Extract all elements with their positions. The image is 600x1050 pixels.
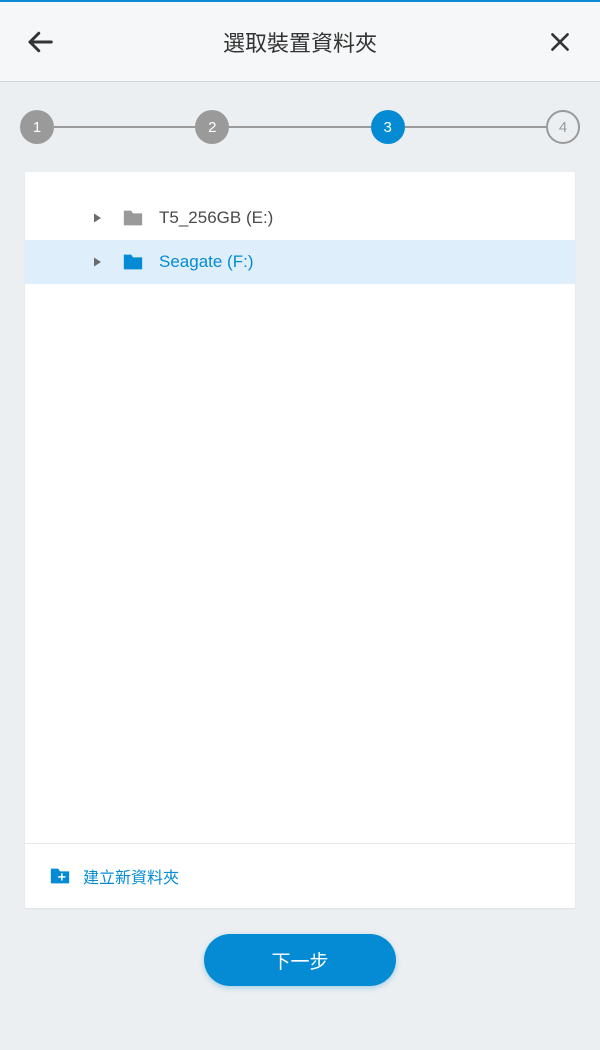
arrow-left-icon bbox=[25, 27, 55, 57]
tree-item-label: Seagate (F:) bbox=[159, 252, 254, 272]
step-line bbox=[229, 126, 370, 128]
header-bar: 選取裝置資料夾 bbox=[0, 2, 600, 82]
step-4: 4 bbox=[546, 110, 580, 144]
folder-plus-icon bbox=[49, 865, 71, 887]
next-button[interactable]: 下一步 bbox=[204, 934, 396, 986]
step-3: 3 bbox=[371, 110, 405, 144]
back-button[interactable] bbox=[20, 22, 60, 62]
tree-item-drive-f[interactable]: Seagate (F:) bbox=[25, 240, 575, 284]
step-1: 1 bbox=[20, 110, 54, 144]
progress-stepper: 1 2 3 4 bbox=[0, 82, 600, 172]
step-line bbox=[54, 126, 195, 128]
chevron-right-icon[interactable] bbox=[85, 206, 109, 230]
card-footer: 建立新資料夾 bbox=[25, 843, 575, 908]
page-title: 選取裝置資料夾 bbox=[223, 26, 377, 58]
tree-item-label: T5_256GB (E:) bbox=[159, 208, 273, 228]
step-2: 2 bbox=[195, 110, 229, 144]
create-new-folder-button[interactable]: 建立新資料夾 bbox=[49, 864, 179, 888]
close-button[interactable] bbox=[540, 22, 580, 62]
folder-tree: T5_256GB (E:) Seagate (F:) bbox=[25, 172, 575, 843]
close-icon bbox=[547, 29, 573, 55]
folder-icon bbox=[121, 206, 145, 230]
folder-picker-card: T5_256GB (E:) Seagate (F:) 建立新資料夾 bbox=[25, 172, 575, 908]
bottom-action-bar: 下一步 bbox=[0, 934, 600, 986]
create-new-folder-label: 建立新資料夾 bbox=[83, 864, 179, 888]
folder-icon bbox=[121, 250, 145, 274]
tree-item-drive-e[interactable]: T5_256GB (E:) bbox=[25, 196, 575, 240]
step-line bbox=[405, 126, 546, 128]
chevron-right-icon[interactable] bbox=[85, 250, 109, 274]
